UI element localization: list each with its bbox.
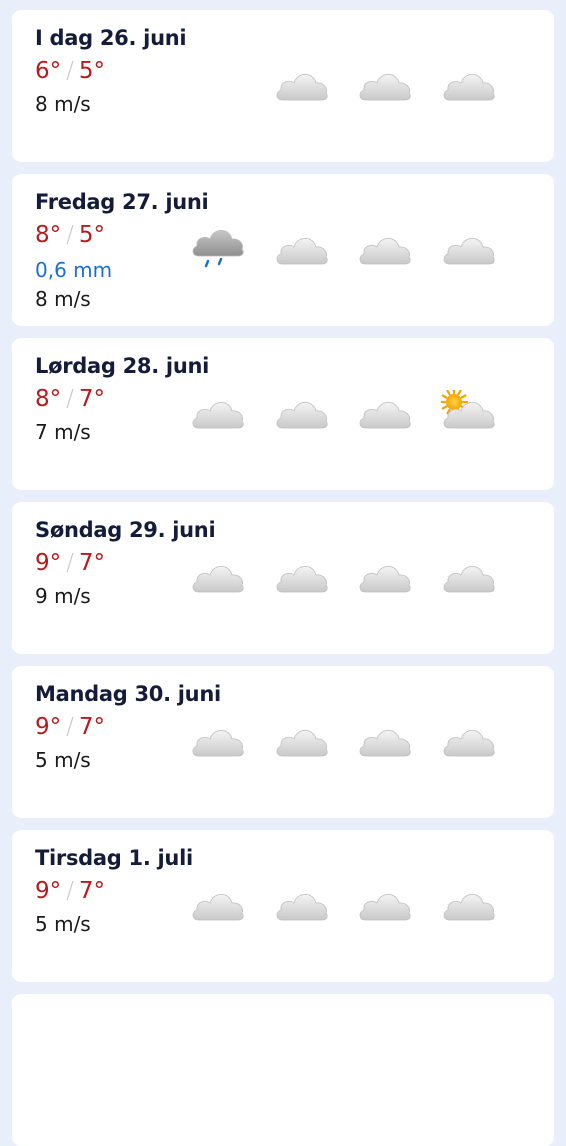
day-card[interactable]: Mandag 30. juni 9°/7° 5 m/s xyxy=(12,666,554,818)
max-temperature: 9° xyxy=(35,550,62,576)
day-title: Mandag 30. juni xyxy=(35,682,221,706)
temperature-range: 9°/7° xyxy=(35,550,105,576)
precipitation-amount: 0,6 mm xyxy=(35,258,113,282)
cloud-icon xyxy=(357,554,413,598)
cloud-icon xyxy=(274,882,330,926)
temperature-divider: / xyxy=(66,58,74,84)
temperature-divider: / xyxy=(66,222,74,248)
cloud-icon xyxy=(357,882,413,926)
cloud-icon xyxy=(274,390,330,434)
day-title: Lørdag 28. juni xyxy=(35,354,210,378)
cloud-icon xyxy=(357,226,413,270)
max-temperature: 9° xyxy=(35,714,62,740)
min-temperature: 7° xyxy=(78,550,106,576)
rain-cloud-icon xyxy=(190,226,246,270)
day-card[interactable]: I dag 26. juni 6°/5° 8 m/s xyxy=(12,10,554,162)
partly-sunny-icon xyxy=(441,390,497,434)
day-title: I dag 26. juni xyxy=(35,26,187,50)
day-card-partial[interactable] xyxy=(12,994,554,1146)
cloud-icon xyxy=(357,62,413,106)
temperature-range: 6°/5° xyxy=(35,58,105,84)
max-temperature: 6° xyxy=(35,58,62,84)
cloud-icon xyxy=(190,718,246,762)
wind-speed: 5 m/s xyxy=(35,912,91,936)
temperature-range: 8°/5° xyxy=(35,222,105,248)
min-temperature: 7° xyxy=(78,386,106,412)
day-card[interactable]: Tirsdag 1. juli 9°/7° 5 m/s xyxy=(12,830,554,982)
wind-speed: 8 m/s xyxy=(35,92,91,116)
wind-speed: 8 m/s xyxy=(35,287,91,311)
min-temperature: 5° xyxy=(78,222,106,248)
temperature-range: 9°/7° xyxy=(35,714,105,740)
forecast-list: I dag 26. juni 6°/5° 8 m/s Fredag 27. juni… xyxy=(0,0,566,1146)
day-title: Tirsdag 1. juli xyxy=(35,846,193,870)
day-title: Søndag 29. juni xyxy=(35,518,216,542)
cloud-icon xyxy=(274,718,330,762)
min-temperature: 5° xyxy=(78,58,106,84)
wind-speed: 5 m/s xyxy=(35,748,91,772)
cloud-icon xyxy=(357,718,413,762)
cloud-icon xyxy=(274,62,330,106)
cloud-icon xyxy=(441,226,497,270)
temperature-range: 9°/7° xyxy=(35,878,105,904)
wind-speed: 9 m/s xyxy=(35,584,91,608)
cloud-icon xyxy=(190,390,246,434)
cloud-icon xyxy=(441,718,497,762)
day-card[interactable]: Lørdag 28. juni 8°/7° 7 m/s xyxy=(12,338,554,490)
max-temperature: 8° xyxy=(35,222,62,248)
min-temperature: 7° xyxy=(78,714,106,740)
cloud-icon xyxy=(274,554,330,598)
cloud-icon xyxy=(441,882,497,926)
max-temperature: 9° xyxy=(35,878,62,904)
temperature-divider: / xyxy=(66,714,74,740)
cloud-icon xyxy=(274,226,330,270)
temperature-divider: / xyxy=(66,550,74,576)
cloud-icon xyxy=(190,554,246,598)
min-temperature: 7° xyxy=(78,878,106,904)
temperature-divider: / xyxy=(66,878,74,904)
day-card[interactable]: Fredag 27. juni 8°/5° 0,6 mm 8 m/s xyxy=(12,174,554,326)
wind-speed: 7 m/s xyxy=(35,420,91,444)
max-temperature: 8° xyxy=(35,386,62,412)
cloud-icon xyxy=(357,390,413,434)
day-card[interactable]: Søndag 29. juni 9°/7° 9 m/s xyxy=(12,502,554,654)
temperature-divider: / xyxy=(66,386,74,412)
temperature-range: 8°/7° xyxy=(35,386,105,412)
day-title: Fredag 27. juni xyxy=(35,190,209,214)
cloud-icon xyxy=(441,62,497,106)
cloud-icon xyxy=(441,554,497,598)
cloud-icon xyxy=(190,882,246,926)
